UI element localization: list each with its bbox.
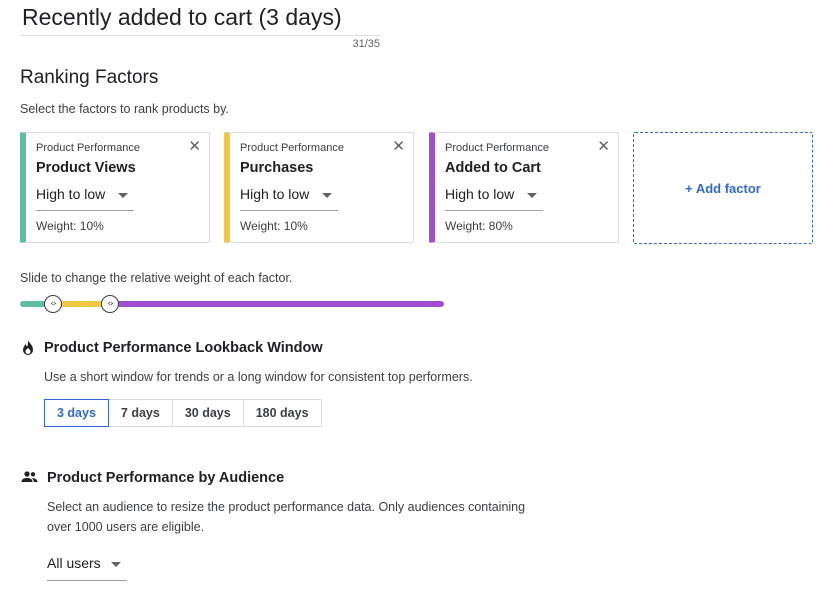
character-counter: 31/35 bbox=[352, 38, 380, 50]
weight-slider-track[interactable] bbox=[20, 301, 444, 307]
factor-card-purchases: Product Performance Purchases ✕ High to … bbox=[224, 132, 414, 243]
lookback-option-7-days[interactable]: 7 days bbox=[107, 399, 173, 427]
factor-weight: Weight: 10% bbox=[240, 219, 308, 233]
caret-down-icon bbox=[118, 193, 128, 198]
lookback-option-180-days[interactable]: 180 days bbox=[242, 399, 322, 427]
close-icon[interactable]: ✕ bbox=[597, 139, 610, 155]
fire-icon bbox=[21, 340, 35, 359]
slider-segment-2 bbox=[62, 301, 105, 307]
sort-order-select[interactable]: High to low bbox=[36, 183, 134, 211]
slider-thumb-1[interactable]: ‹› bbox=[44, 295, 62, 313]
lookback-description: Use a short window for trends or a long … bbox=[44, 370, 473, 384]
audience-select-value: All users bbox=[47, 555, 101, 571]
ranking-factors-heading: Ranking Factors bbox=[20, 67, 159, 88]
factor-card-added-to-cart: Product Performance Added to Cart ✕ High… bbox=[429, 132, 619, 243]
audience-description-line-1: Select an audience to resize the product… bbox=[47, 500, 526, 514]
sort-order-value: High to low bbox=[240, 186, 310, 202]
sort-order-select[interactable]: High to low bbox=[240, 183, 338, 211]
sort-order-select[interactable]: High to low bbox=[445, 183, 543, 211]
page-title[interactable]: Recently added to cart (3 days) bbox=[20, 2, 380, 36]
slider-thumb-2[interactable]: ‹› bbox=[101, 295, 119, 313]
ranking-factors-subtitle: Select the factors to rank products by. bbox=[20, 102, 229, 116]
factor-weight: Weight: 10% bbox=[36, 219, 104, 233]
lookback-title: Product Performance Lookback Window bbox=[44, 340, 323, 356]
lookback-window-selector: 3 days 7 days 30 days 180 days bbox=[44, 399, 322, 427]
close-icon[interactable]: ✕ bbox=[392, 139, 405, 155]
slider-segment-3 bbox=[104, 301, 444, 307]
factor-weight: Weight: 80% bbox=[445, 219, 513, 233]
lookback-option-30-days[interactable]: 30 days bbox=[171, 399, 244, 427]
caret-down-icon bbox=[527, 193, 537, 198]
caret-down-icon bbox=[322, 193, 332, 198]
sort-order-value: High to low bbox=[445, 186, 515, 202]
slider-label: Slide to change the relative weight of e… bbox=[20, 271, 293, 285]
factor-category: Product Performance bbox=[240, 142, 344, 154]
factor-name: Product Views bbox=[36, 160, 136, 176]
add-factor-button[interactable]: + Add factor bbox=[633, 132, 813, 244]
factor-category: Product Performance bbox=[36, 142, 140, 154]
audience-select[interactable]: All users bbox=[47, 554, 127, 581]
sort-order-value: High to low bbox=[36, 186, 106, 202]
close-icon[interactable]: ✕ bbox=[188, 139, 201, 155]
factor-name: Purchases bbox=[240, 160, 314, 176]
people-icon bbox=[21, 470, 38, 487]
title-field[interactable]: Recently added to cart (3 days) 31/35 bbox=[20, 2, 380, 50]
caret-down-icon bbox=[111, 562, 121, 567]
factor-card-product-views: Product Performance Product Views ✕ High… bbox=[20, 132, 210, 243]
factor-name: Added to Cart bbox=[445, 160, 541, 176]
audience-description-line-2: over 1000 users are eligible. bbox=[47, 520, 205, 534]
lookback-option-3-days[interactable]: 3 days bbox=[44, 399, 109, 427]
factor-category: Product Performance bbox=[445, 142, 549, 154]
audience-title: Product Performance by Audience bbox=[47, 470, 285, 486]
